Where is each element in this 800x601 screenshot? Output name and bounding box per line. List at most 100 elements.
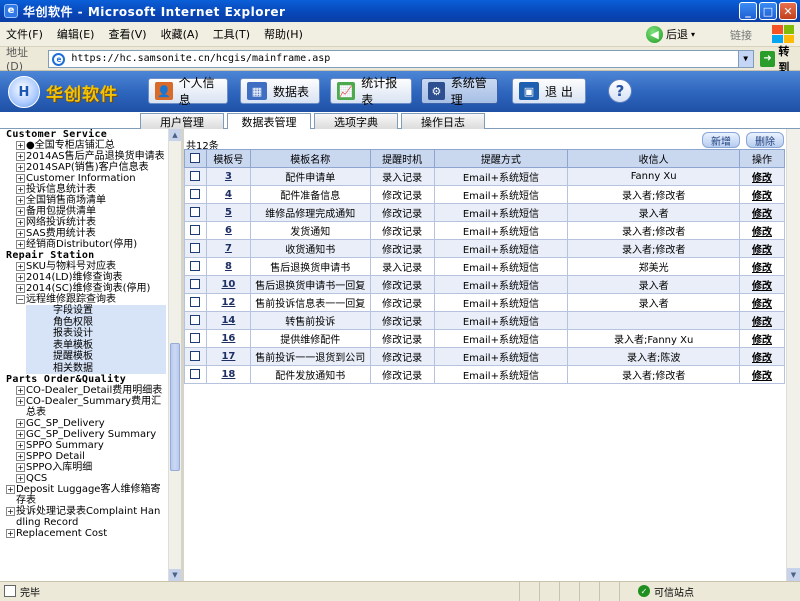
tree-node[interactable]: + SKU与物料号对应表 bbox=[6, 261, 166, 272]
edit-link[interactable]: 修改 bbox=[739, 239, 785, 258]
checkbox[interactable] bbox=[190, 261, 201, 271]
expand-icon[interactable]: + bbox=[16, 284, 25, 293]
edit-link[interactable]: 修改 bbox=[739, 329, 785, 348]
expand-icon[interactable]: + bbox=[6, 529, 15, 538]
tree-node[interactable]: +2014SAP(销售)客户信息表 bbox=[6, 162, 166, 173]
nav-personal-info[interactable]: 👤 个人信息 bbox=[148, 76, 228, 107]
edit-link[interactable]: 修改 bbox=[739, 185, 785, 204]
row-checkbox-cell[interactable] bbox=[184, 365, 207, 384]
expand-icon[interactable]: + bbox=[16, 419, 25, 428]
expand-icon[interactable]: + bbox=[16, 463, 25, 472]
template-id[interactable]: 16 bbox=[205, 329, 251, 348]
row-checkbox-cell[interactable] bbox=[184, 347, 207, 366]
row-checkbox-cell[interactable] bbox=[184, 275, 207, 294]
go-button[interactable]: ➜ 转到 bbox=[759, 43, 800, 75]
expand-icon[interactable]: + bbox=[16, 240, 25, 249]
address-dropdown-icon[interactable]: ▼ bbox=[737, 50, 753, 67]
expand-icon[interactable]: + bbox=[16, 196, 25, 205]
tree-node[interactable]: + SPPO Detail bbox=[6, 451, 166, 462]
expand-icon[interactable]: + bbox=[16, 174, 25, 183]
checkbox[interactable] bbox=[190, 333, 201, 343]
edit-link[interactable]: 修改 bbox=[739, 203, 785, 222]
checkbox[interactable] bbox=[190, 369, 201, 379]
sidebar-scrollbar[interactable]: ▲ ▼ bbox=[168, 129, 181, 581]
select-all-header[interactable] bbox=[184, 149, 207, 168]
collapse-icon[interactable]: − bbox=[16, 295, 25, 304]
tree-node[interactable]: + Customer Information bbox=[6, 173, 166, 184]
scroll-down-icon[interactable]: ▼ bbox=[169, 569, 181, 581]
template-id[interactable]: 4 bbox=[205, 185, 251, 204]
edit-link[interactable]: 修改 bbox=[739, 347, 785, 366]
tree-node[interactable]: + 网络投诉统计表 bbox=[6, 217, 166, 228]
tree-leaf[interactable]: 角色权限 bbox=[53, 317, 166, 329]
row-checkbox-cell[interactable] bbox=[184, 329, 207, 348]
tree-node[interactable]: + GC_SP_Delivery bbox=[6, 418, 166, 429]
row-checkbox-cell[interactable] bbox=[184, 167, 207, 186]
checkbox[interactable] bbox=[190, 279, 201, 289]
checkbox[interactable] bbox=[190, 243, 201, 253]
expand-icon[interactable]: + bbox=[16, 474, 25, 483]
delete-button[interactable]: 删除 bbox=[746, 132, 784, 148]
checkbox[interactable] bbox=[190, 189, 201, 199]
tree-leaf[interactable]: 报表设计 bbox=[53, 328, 166, 340]
template-id[interactable]: 7 bbox=[205, 239, 251, 258]
nav-reports[interactable]: 📈 统计报表 bbox=[330, 76, 412, 107]
maximize-button[interactable]: □ bbox=[759, 2, 777, 20]
checkbox[interactable] bbox=[190, 207, 201, 217]
tree-node[interactable]: + SPPO Summary bbox=[6, 440, 166, 451]
row-checkbox-cell[interactable] bbox=[184, 311, 207, 330]
template-id[interactable]: 10 bbox=[205, 275, 251, 294]
expand-icon[interactable]: + bbox=[16, 397, 25, 406]
checkbox[interactable] bbox=[190, 297, 201, 307]
edit-link[interactable]: 修改 bbox=[739, 275, 785, 294]
expand-icon[interactable]: + bbox=[16, 185, 25, 194]
menu-tools[interactable]: 工具(T) bbox=[213, 26, 250, 42]
template-id[interactable]: 18 bbox=[205, 365, 251, 384]
template-id[interactable]: 14 bbox=[205, 311, 251, 330]
expand-icon[interactable]: + bbox=[16, 152, 25, 161]
main-scrollbar[interactable]: ▼ bbox=[786, 129, 800, 581]
menu-favorites[interactable]: 收藏(A) bbox=[161, 26, 199, 42]
tree-node[interactable]: + CO-Dealer_Summary费用汇总表 bbox=[6, 396, 166, 418]
menu-file[interactable]: 文件(F) bbox=[6, 26, 43, 42]
tree-node[interactable]: + Deposit Luggage客人维修箱寄存表 bbox=[6, 484, 166, 506]
tree-leaf[interactable]: 字段设置 bbox=[53, 305, 166, 317]
close-button[interactable]: ✕ bbox=[779, 2, 797, 20]
tree-node[interactable]: +2014AS售后产品退换货申请表 bbox=[6, 151, 166, 162]
expand-icon[interactable]: + bbox=[16, 273, 25, 282]
tree-node[interactable]: + CO-Dealer_Detail费用明细表 bbox=[6, 385, 166, 396]
tree-node[interactable]: +2014(SC)维修查询表(停用) bbox=[6, 283, 166, 294]
tab-option-dictionary[interactable]: 选项字典 bbox=[314, 113, 398, 129]
tree-node-open[interactable]: − 远程维修跟踪查询表 bbox=[6, 294, 166, 305]
checkbox[interactable] bbox=[190, 171, 201, 181]
tree-node[interactable]: + ●全国专柜店铺汇总 bbox=[6, 140, 166, 151]
expand-icon[interactable]: + bbox=[16, 163, 25, 172]
expand-icon[interactable]: + bbox=[6, 507, 15, 516]
checkbox[interactable] bbox=[190, 225, 201, 235]
tree-leaf[interactable]: 表单模板 bbox=[53, 340, 166, 352]
tree-node[interactable]: + SPPO入库明细 bbox=[6, 462, 166, 473]
expand-icon[interactable]: + bbox=[16, 207, 25, 216]
scroll-up-icon[interactable]: ▲ bbox=[169, 129, 181, 141]
address-input[interactable]: e https://hc.samsonite.cn/hcgis/mainfram… bbox=[48, 49, 754, 68]
menu-view[interactable]: 查看(V) bbox=[108, 26, 146, 42]
nav-system-admin[interactable]: ⚙ 系统管理 bbox=[421, 76, 498, 107]
tab-user-management[interactable]: 用户管理 bbox=[140, 113, 224, 129]
edit-link[interactable]: 修改 bbox=[739, 167, 785, 186]
scroll-thumb[interactable] bbox=[170, 343, 180, 471]
tree-node[interactable]: + GC_SP_Delivery Summary bbox=[6, 429, 166, 440]
expand-icon[interactable]: + bbox=[16, 430, 25, 439]
links-label[interactable]: 链接 bbox=[730, 27, 752, 43]
template-id[interactable]: 5 bbox=[205, 203, 251, 222]
menu-help[interactable]: 帮助(H) bbox=[264, 26, 303, 42]
tree-node[interactable]: + Replacement Cost bbox=[6, 528, 166, 539]
tree-node[interactable]: + 全国销售商场清单 bbox=[6, 195, 166, 206]
expand-icon[interactable]: + bbox=[6, 485, 15, 494]
row-checkbox-cell[interactable] bbox=[184, 185, 207, 204]
template-id[interactable]: 17 bbox=[205, 347, 251, 366]
expand-icon[interactable]: + bbox=[16, 386, 25, 395]
edit-link[interactable]: 修改 bbox=[739, 293, 785, 312]
nav-datatable[interactable]: ▦ 数据表 bbox=[240, 78, 320, 104]
tree-leaf[interactable]: 相关数据 bbox=[53, 363, 166, 375]
tree-leaf-selected[interactable]: 提醒模板 bbox=[53, 351, 166, 363]
